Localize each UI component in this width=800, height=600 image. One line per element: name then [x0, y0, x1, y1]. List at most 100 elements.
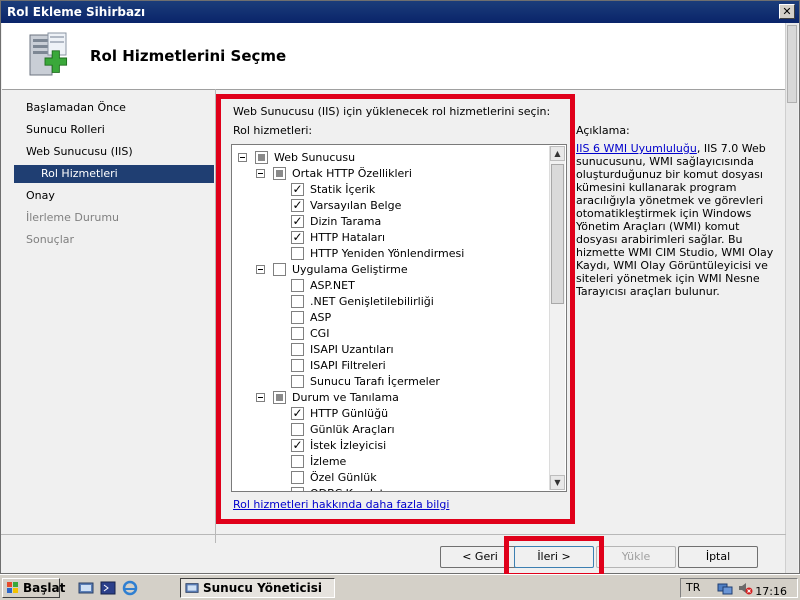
- tree-item[interactable]: ISAPI Uzantıları: [274, 341, 394, 357]
- clock[interactable]: 17:16: [755, 585, 787, 598]
- nav-item-server-roles[interactable]: Sunucu Rolleri: [26, 123, 105, 136]
- tree-item[interactable]: ✓ Dizin Tarama: [274, 213, 381, 229]
- checkbox[interactable]: [291, 326, 304, 340]
- checkbox-checked[interactable]: ✓: [291, 406, 304, 420]
- tree-item[interactable]: Ortak HTTP Özellikleri: [256, 165, 412, 181]
- tree-item[interactable]: Günlük Araçları: [274, 421, 395, 437]
- tree-item[interactable]: ✓ Varsayılan Belge: [274, 197, 401, 213]
- cancel-button[interactable]: İptal: [678, 546, 758, 568]
- windows-flag-icon: [7, 582, 18, 593]
- tree-item-label: Ortak HTTP Özellikleri: [292, 166, 412, 180]
- server-add-icon: [29, 32, 68, 76]
- checkbox[interactable]: [291, 470, 304, 484]
- tree-item[interactable]: .NET Genişletilebilirliği: [274, 293, 434, 309]
- checkbox-checked[interactable]: ✓: [291, 198, 304, 212]
- checkbox-partial[interactable]: [273, 390, 286, 404]
- tree-item[interactable]: Durum ve Tanılama: [256, 389, 399, 405]
- checkbox-checked[interactable]: ✓: [291, 214, 304, 228]
- checkbox[interactable]: [291, 358, 304, 372]
- collapse-icon[interactable]: [256, 264, 265, 274]
- tree-item[interactable]: ✓ İstek İzleyicisi: [274, 437, 386, 453]
- tree-item-label: ASP: [310, 310, 332, 324]
- checkbox[interactable]: [291, 374, 304, 388]
- tree-item[interactable]: Sunucu Tarafı İçermeler: [274, 373, 440, 389]
- tree-item[interactable]: Web Sunucusu: [238, 149, 355, 165]
- description-body: , IIS 7.0 Web sunucusunu, WMI sağlayıcıs…: [576, 142, 774, 298]
- tree-item-label: İstek İzleyicisi: [310, 438, 387, 452]
- tree-item-label: Dizin Tarama: [310, 214, 382, 228]
- tree-item[interactable]: ✓ Statik İçerik: [274, 181, 375, 197]
- tree-item[interactable]: ✓ HTTP Günlüğü: [274, 405, 388, 421]
- language-indicator[interactable]: TR: [686, 581, 700, 594]
- taskbar-task-server-manager[interactable]: Sunucu Yöneticisi: [180, 578, 335, 598]
- checkbox-partial[interactable]: [255, 150, 268, 164]
- server-manager-task-icon: [185, 583, 199, 593]
- wizard-nav: Başlamadan Önce Sunucu Rolleri Web Sunuc…: [1, 93, 215, 543]
- checkbox[interactable]: [291, 422, 304, 436]
- window-scrollbar-thumb[interactable]: [787, 25, 797, 103]
- tree-item-label: Özel Günlük: [310, 470, 377, 484]
- tree-item[interactable]: ISAPI Filtreleri: [274, 357, 386, 373]
- wizard-header: Rol Hizmetlerini Seçme: [2, 23, 787, 90]
- close-icon[interactable]: ✕: [779, 4, 795, 19]
- collapse-icon[interactable]: [256, 392, 265, 402]
- checkbox[interactable]: [291, 310, 304, 324]
- nav-item-confirmation[interactable]: Onay: [26, 189, 55, 202]
- network-icon[interactable]: [717, 580, 733, 596]
- collapse-icon[interactable]: [256, 168, 265, 178]
- tree-item[interactable]: ✓ HTTP Hataları: [274, 229, 385, 245]
- checkbox[interactable]: [291, 454, 304, 468]
- tree-item-label: ISAPI Uzantıları: [310, 342, 394, 356]
- button-divider: [1, 534, 786, 535]
- nav-item-results: Sonuçlar: [26, 233, 75, 246]
- description-text: IIS 6 WMI Uyumluluğu, IIS 7.0 Web sunucu…: [576, 142, 776, 298]
- checkbox[interactable]: [291, 342, 304, 356]
- nav-item-role-services[interactable]: Rol Hizmetleri: [14, 165, 214, 183]
- tree-scrollbar[interactable]: ▲ ▼: [549, 146, 565, 490]
- collapse-icon[interactable]: [238, 152, 247, 162]
- scroll-up-icon[interactable]: ▲: [550, 146, 565, 161]
- tree-item[interactable]: Uygulama Geliştirme: [256, 261, 408, 277]
- tree-item[interactable]: CGI: [274, 325, 329, 341]
- tree-item[interactable]: Özel Günlük: [274, 469, 377, 485]
- checkbox[interactable]: [291, 246, 304, 260]
- tree-item-label: ASP.NET: [310, 278, 355, 292]
- tree-item-label: CGI: [310, 326, 330, 340]
- nav-item-label: Rol Hizmetleri: [41, 167, 118, 180]
- checkbox[interactable]: [291, 486, 304, 491]
- tree-item-label: ISAPI Filtreleri: [310, 358, 386, 372]
- checkbox-checked[interactable]: ✓: [291, 230, 304, 244]
- tree-item[interactable]: ODBC Kaydetme: [274, 485, 401, 491]
- checkbox[interactable]: [291, 294, 304, 308]
- powershell-quicklaunch-icon[interactable]: [100, 580, 116, 596]
- scroll-down-icon[interactable]: ▼: [550, 475, 565, 490]
- nav-item-before-you-begin[interactable]: Başlamadan Önce: [26, 101, 126, 114]
- tree-item[interactable]: ASP: [274, 309, 331, 325]
- install-button: Yükle: [596, 546, 676, 568]
- role-services-tree[interactable]: ▲ ▼ Web Sunucusu Ortak HTTP Özellikleri ✓ S…: [231, 144, 567, 492]
- tree-item[interactable]: HTTP Yeniden Yönlendirmesi: [274, 245, 464, 261]
- checkbox-checked[interactable]: ✓: [291, 182, 304, 196]
- checkbox-partial[interactable]: [273, 166, 286, 180]
- nav-item-web-server[interactable]: Web Sunucusu (IIS): [26, 145, 133, 158]
- tree-item[interactable]: İzleme: [274, 453, 346, 469]
- window-title: Rol Ekleme Sihirbazı: [7, 5, 146, 19]
- volume-muted-icon[interactable]: [737, 580, 753, 596]
- window-scrollbar[interactable]: [785, 23, 798, 573]
- internet-explorer-icon[interactable]: [122, 580, 138, 596]
- checkbox-checked[interactable]: ✓: [291, 438, 304, 452]
- title-bar[interactable]: Rol Ekleme Sihirbazı ✕: [1, 1, 799, 23]
- checkbox[interactable]: [273, 262, 286, 276]
- tree-item-label: Varsayılan Belge: [310, 198, 402, 212]
- tree-scrollbar-thumb[interactable]: [551, 164, 564, 304]
- checkbox[interactable]: [291, 278, 304, 292]
- instruction-text: Web Sunucusu (IIS) için yüklenecek rol h…: [233, 105, 551, 118]
- more-info-link[interactable]: Rol hizmetleri hakkında daha fazla bilgi: [233, 498, 449, 511]
- tree-item-label: Web Sunucusu: [274, 150, 356, 164]
- description-link[interactable]: IIS 6 WMI Uyumluluğu: [576, 142, 697, 155]
- tree-item[interactable]: ASP.NET: [274, 277, 355, 293]
- start-button[interactable]: Başlat: [2, 578, 65, 598]
- server-manager-quicklaunch-icon[interactable]: [78, 580, 94, 596]
- page-title: Rol Hizmetlerini Seçme: [90, 47, 287, 65]
- taskbar: Başlat Sunucu Yöneticisi 17:16 TR: [0, 574, 800, 600]
